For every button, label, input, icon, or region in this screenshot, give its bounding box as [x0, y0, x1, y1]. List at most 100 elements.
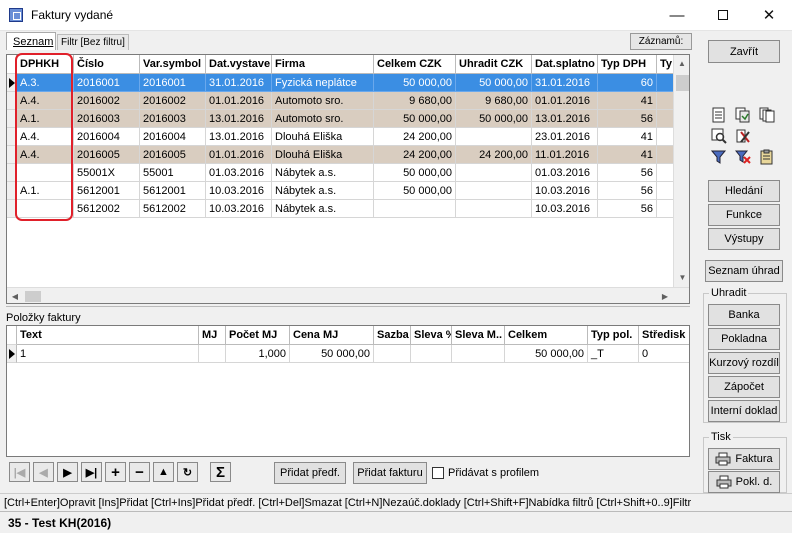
scroll-right-icon[interactable]: ▶: [659, 292, 671, 301]
cell-datsplatnosti[interactable]: 31.01.2016: [532, 74, 598, 92]
cell-uhradit[interactable]: [456, 164, 532, 182]
cell-cislo[interactable]: 2016005: [74, 146, 140, 164]
cell-varsymbol[interactable]: 2016005: [140, 146, 206, 164]
col-datvystaveni[interactable]: Dat.vystave: [206, 55, 272, 74]
cell-cislo[interactable]: 5612001: [74, 182, 140, 200]
filter-icon[interactable]: [710, 148, 728, 166]
cell-firma[interactable]: Nábytek a.s.: [272, 182, 374, 200]
cell-cislo[interactable]: 5612002: [74, 200, 140, 218]
cell-datsplatnosti[interactable]: 01.03.2016: [532, 164, 598, 182]
table-row[interactable]: A.1. 5612001 5612001 10.03.2016 Nábytek a.s.…: [7, 182, 675, 200]
document-icon[interactable]: [710, 106, 728, 124]
cell-varsymbol[interactable]: 2016002: [140, 92, 206, 110]
cell-datsplatnosti[interactable]: 13.01.2016: [532, 110, 598, 128]
search-button[interactable]: Hledání: [708, 180, 780, 202]
cell-varsymbol[interactable]: 2016004: [140, 128, 206, 146]
profile-checkbox[interactable]: [432, 467, 444, 479]
cell-mj[interactable]: [199, 345, 226, 363]
cell-typdph[interactable]: 60: [598, 74, 657, 92]
exchange-diff-button[interactable]: Kurzový rozdíl: [708, 352, 780, 374]
cell-stredisko[interactable]: 0: [639, 345, 689, 363]
table-row[interactable]: 1 1,000 50 000,00 50 000,00 _T 0: [7, 345, 689, 363]
add-predef-button[interactable]: Přidat předf.: [274, 462, 346, 484]
table-row[interactable]: A.4. 2016002 2016002 01.01.2016 Automoto sro…: [7, 92, 675, 110]
cell-text[interactable]: 1: [17, 345, 199, 363]
nav-refresh-button[interactable]: ↻: [177, 462, 198, 482]
tab-seznam[interactable]: Seznam: [6, 32, 56, 50]
cell-datvystaveni[interactable]: 01.01.2016: [206, 92, 272, 110]
cell-firma[interactable]: Automoto sro.: [272, 110, 374, 128]
cell-cislo[interactable]: 2016004: [74, 128, 140, 146]
row-indicator[interactable]: [7, 345, 17, 363]
maximize-button[interactable]: [700, 0, 746, 30]
cell-pocetmj[interactable]: 1,000: [226, 345, 290, 363]
col-varsymbol[interactable]: Var.symbol: [140, 55, 206, 74]
cell-datvystaveni[interactable]: 10.03.2016: [206, 182, 272, 200]
cell-uhradit[interactable]: [456, 200, 532, 218]
cell-uhradit[interactable]: 50 000,00: [456, 110, 532, 128]
preview-icon[interactable]: [710, 127, 728, 145]
nav-add-button[interactable]: +: [105, 462, 126, 482]
cell-cislo[interactable]: 2016002: [74, 92, 140, 110]
cell-datvystaveni[interactable]: 31.01.2016: [206, 74, 272, 92]
col-datsplatnosti[interactable]: Dat.splatno: [532, 55, 598, 74]
functions-button[interactable]: Funkce: [708, 204, 780, 226]
cell-varsymbol[interactable]: 5612001: [140, 182, 206, 200]
table-row[interactable]: 5612002 5612002 10.03.2016 Nábytek a.s. 10.0…: [7, 200, 675, 218]
cell-celkem[interactable]: 50 000,00: [374, 74, 456, 92]
close-button[interactable]: ✕: [746, 0, 792, 30]
invoice-hscroll-thumb[interactable]: [25, 291, 41, 302]
cell-celkem[interactable]: 50 000,00: [374, 110, 456, 128]
print-invoice-button[interactable]: Faktura: [708, 448, 780, 470]
cell-cislo[interactable]: 2016001: [74, 74, 140, 92]
cell-celkem[interactable]: 24 200,00: [374, 146, 456, 164]
cell-datsplatnosti[interactable]: 11.01.2016: [532, 146, 598, 164]
table-row[interactable]: 55001X 55001 01.03.2016 Nábytek a.s. 50 000,…: [7, 164, 675, 182]
cell-firma[interactable]: Automoto sro.: [272, 92, 374, 110]
cell-datsplatnosti[interactable]: 10.03.2016: [532, 182, 598, 200]
cell-celkem[interactable]: [374, 200, 456, 218]
clipboard-icon[interactable]: [758, 148, 776, 166]
cell-uhradit[interactable]: 9 680,00: [456, 92, 532, 110]
col-slevam[interactable]: Sleva M..: [452, 326, 505, 345]
cell-datsplatnosti[interactable]: 23.01.2016: [532, 128, 598, 146]
offset-button[interactable]: Zápočet: [708, 376, 780, 398]
invoice-vscroll-thumb[interactable]: [676, 75, 689, 91]
nav-prev-button[interactable]: ◀: [33, 462, 54, 482]
scroll-up-icon[interactable]: ▲: [674, 55, 689, 68]
nav-delete-button[interactable]: −: [129, 462, 150, 482]
add-invoice-button[interactable]: Přidat fakturu: [353, 462, 427, 484]
cell-datvystaveni[interactable]: 10.03.2016: [206, 200, 272, 218]
cell-uhradit[interactable]: [456, 128, 532, 146]
cell-celkem-item[interactable]: 50 000,00: [505, 345, 588, 363]
bank-button[interactable]: Banka: [708, 304, 780, 326]
payments-list-button[interactable]: Seznam úhrad: [705, 260, 783, 282]
cell-datvystaveni[interactable]: 13.01.2016: [206, 128, 272, 146]
cell-celkem[interactable]: 9 680,00: [374, 92, 456, 110]
col-typdph[interactable]: Typ DPH: [598, 55, 657, 74]
cell-uhradit[interactable]: 24 200,00: [456, 146, 532, 164]
tab-filtr[interactable]: Filtr [Bez filtru]: [57, 34, 129, 50]
cell-datvystaveni[interactable]: 01.03.2016: [206, 164, 272, 182]
sum-button[interactable]: Σ: [210, 462, 231, 482]
cell-celkem[interactable]: 24 200,00: [374, 128, 456, 146]
col-stredisko[interactable]: Středisk: [639, 326, 689, 345]
minimize-button[interactable]: —: [654, 0, 700, 30]
table-row[interactable]: A.4. 2016004 2016004 13.01.2016 Dlouhá Elišk…: [7, 128, 675, 146]
col-firma[interactable]: Firma: [272, 55, 374, 74]
cell-datsplatnosti[interactable]: 10.03.2016: [532, 200, 598, 218]
invoice-hscrollbar[interactable]: ◀ ▶: [7, 287, 689, 303]
col-cislo[interactable]: Číslo: [74, 55, 140, 74]
col-celkem-item[interactable]: Celkem: [505, 326, 588, 345]
cell-uhradit[interactable]: 50 000,00: [456, 74, 532, 92]
nav-edit-button[interactable]: ▲: [153, 462, 174, 482]
cell-firma[interactable]: Dlouhá Eliška: [272, 146, 374, 164]
invoice-grid[interactable]: DPHKH Číslo Var.symbol Dat.vystave Firma…: [6, 54, 690, 304]
tools-icon[interactable]: [734, 127, 752, 145]
cell-celkem[interactable]: 50 000,00: [374, 164, 456, 182]
col-text[interactable]: Text: [17, 326, 199, 345]
close-window-button[interactable]: Zavřít: [708, 40, 780, 63]
panel-splitter[interactable]: [6, 306, 690, 308]
cell-datvystaveni[interactable]: 13.01.2016: [206, 110, 272, 128]
scroll-left-icon[interactable]: ◀: [9, 292, 21, 301]
